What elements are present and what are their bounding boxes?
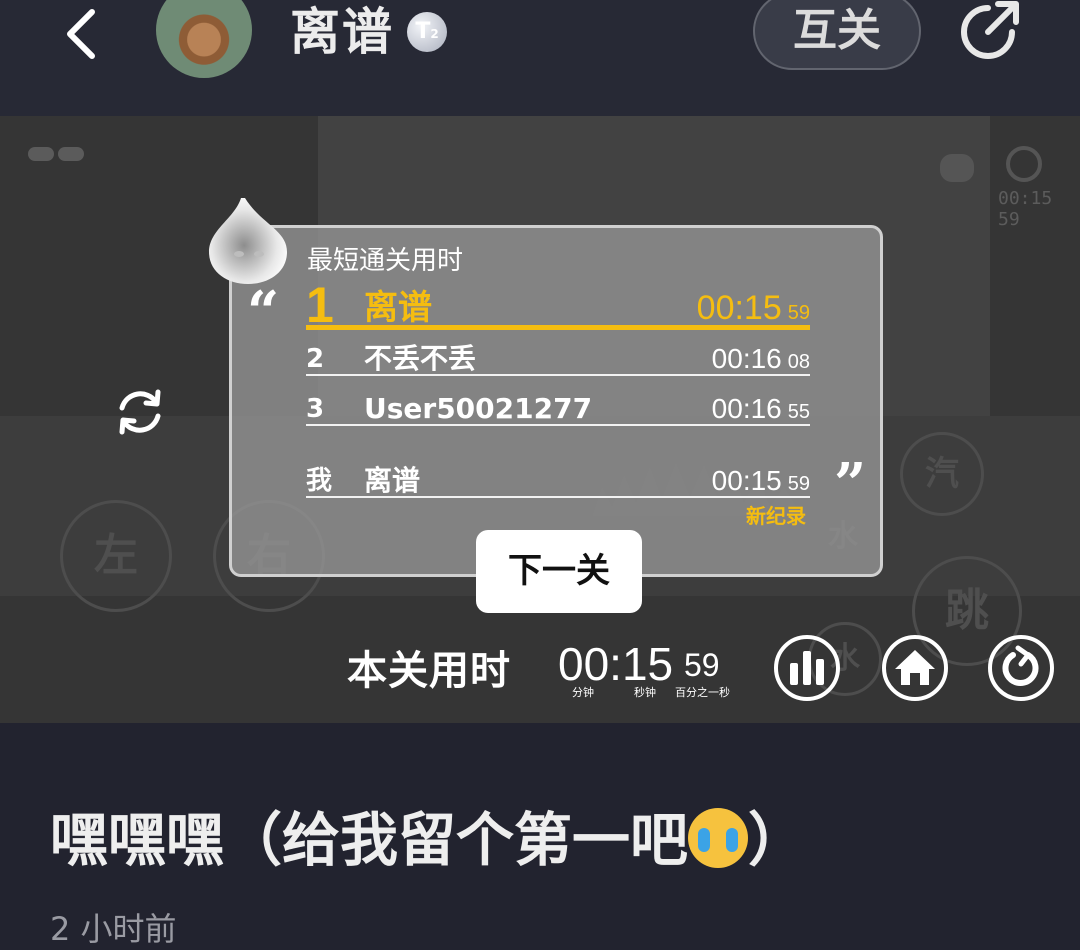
close-quote-icon: ” — [834, 451, 867, 517]
retry-button[interactable] — [988, 635, 1054, 701]
username[interactable]: 离谱 — [290, 2, 394, 62]
open-quote-icon: “ — [247, 279, 280, 345]
control-steam: 汽 — [900, 432, 984, 516]
pause-dots-icon — [28, 146, 88, 165]
row-underline — [306, 325, 810, 330]
post-timestamp: 2 小时前 — [50, 910, 177, 948]
follow-button[interactable]: 互关 — [753, 0, 921, 70]
level-number: 2 — [430, 27, 439, 41]
post-caption: 嘿嘿嘿（给我留个第一吧 ） — [50, 804, 806, 876]
level-badge: T2 — [407, 12, 447, 52]
retry-icon — [1002, 645, 1039, 686]
row-underline — [306, 374, 810, 376]
unit-minutes: 分钟 — [572, 686, 594, 699]
leaderboard-row-3: 3 User50021277 00:16 55 — [306, 392, 810, 428]
leaderboard-title: 最短通关用时 — [307, 246, 464, 276]
crying-emoji-icon — [688, 808, 749, 868]
level-time-centis: 59 — [684, 647, 720, 683]
avatar[interactable] — [156, 0, 252, 78]
home-icon — [895, 650, 935, 685]
new-record-label: 新纪录 — [746, 504, 806, 528]
ghost-mascot-icon — [209, 198, 287, 284]
share-icon[interactable] — [958, 0, 1022, 62]
time-centis: 55 — [787, 401, 810, 423]
control-left: 左 — [60, 500, 172, 612]
unit-seconds: 秒钟 — [634, 686, 656, 699]
row-underline — [306, 496, 810, 498]
row-underline — [306, 424, 810, 426]
leaderboard-row-me: 我 离谱 00:15 59 — [306, 464, 810, 500]
settings-gear-icon — [1006, 146, 1042, 182]
home-button[interactable] — [882, 635, 948, 701]
leaderboard-row-2: 2 不丢不丢 00:16 08 — [306, 342, 810, 378]
unit-centiseconds: 百分之一秒 — [675, 686, 730, 699]
rank: 2 — [306, 344, 325, 374]
time-centis: 08 — [787, 351, 810, 373]
player-name: 离谱 — [364, 464, 421, 497]
top-bar: 离谱 T2 互关 — [0, 0, 1080, 116]
leaderboard-stats-icon — [790, 651, 824, 685]
level-time-main: 00:15 — [558, 638, 674, 690]
player-name: 不丢不丢 — [364, 342, 477, 375]
caption-text: 嘿嘿嘿（给我留个第一吧 — [50, 806, 689, 874]
back-chevron-icon[interactable] — [58, 4, 108, 60]
caption-end: ） — [748, 806, 807, 874]
no-ads-icon — [940, 154, 974, 182]
rank: 我 — [306, 466, 333, 496]
reset-icon — [119, 389, 161, 435]
player-name: 离谱 — [364, 288, 432, 328]
time-centis: 59 — [787, 473, 810, 495]
hud-timer: 00:15 59 — [998, 188, 1053, 230]
player-name: User50021277 — [364, 392, 593, 425]
time-main: 00:16 — [711, 343, 782, 374]
next-level-button[interactable]: 下一关 — [476, 530, 642, 613]
leaderboard-row-1: 1 离谱 00:15 59 — [306, 278, 810, 332]
time-main: 00:15 — [696, 289, 782, 327]
time-main: 00:16 — [711, 393, 782, 424]
leaderboard-stats-button[interactable] — [774, 635, 840, 701]
time-centis: 59 — [787, 302, 810, 324]
rank: 1 — [306, 277, 334, 333]
rank: 3 — [306, 394, 325, 424]
level-letter: T — [415, 19, 431, 44]
game-screenshot: 00:15 59 左 右 汽 水 跳 水 最短通关用时 “ ” 1 离谱 00:… — [0, 116, 1080, 723]
time-main: 00:15 — [711, 465, 782, 496]
level-time-label: 本关用时 — [347, 648, 511, 694]
